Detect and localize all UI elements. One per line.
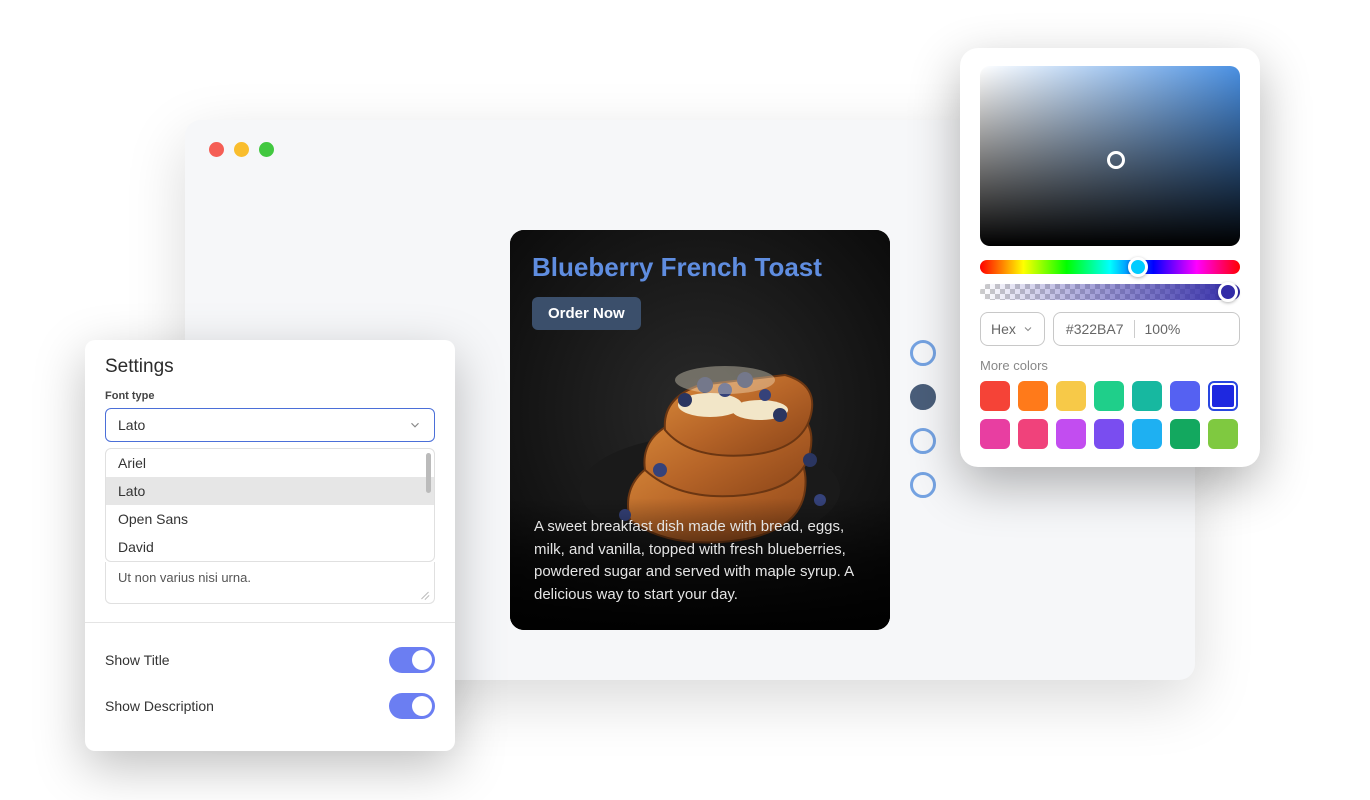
font-option[interactable]: Open Sans: [106, 505, 434, 533]
font-option[interactable]: Lato: [106, 477, 434, 505]
saturation-field[interactable]: [980, 66, 1240, 246]
show-description-label: Show Description: [105, 698, 214, 714]
scrollbar-thumb[interactable]: [426, 453, 431, 493]
show-description-toggle[interactable]: [389, 693, 435, 719]
close-window-button[interactable]: [209, 142, 224, 157]
pager-dot[interactable]: [910, 384, 936, 410]
show-title-label: Show Title: [105, 652, 170, 668]
order-now-button[interactable]: Order Now: [532, 297, 641, 330]
window-controls: [209, 142, 274, 157]
font-select-value: Lato: [118, 417, 145, 433]
font-options-list: Ariel Lato Open Sans David: [105, 448, 435, 562]
hue-slider[interactable]: [980, 260, 1240, 274]
color-swatch[interactable]: [1056, 381, 1086, 411]
settings-title: Settings: [105, 356, 435, 378]
card-pager: [910, 340, 936, 498]
show-title-toggle[interactable]: [389, 647, 435, 673]
preview-card: Blueberry French Toast Order Now A sweet…: [510, 230, 890, 630]
divider: [85, 622, 455, 623]
minimize-window-button[interactable]: [234, 142, 249, 157]
pager-dot[interactable]: [910, 472, 936, 498]
color-swatch[interactable]: [1056, 419, 1086, 449]
color-format-select[interactable]: Hex: [980, 312, 1045, 346]
color-swatch[interactable]: [1132, 381, 1162, 411]
color-swatch[interactable]: [1018, 419, 1048, 449]
swatch-grid: [980, 381, 1240, 449]
color-swatch[interactable]: [1094, 419, 1124, 449]
alpha-slider[interactable]: [980, 284, 1240, 300]
textarea-input[interactable]: Ut non varius nisi urna.: [105, 562, 435, 604]
font-option[interactable]: David: [106, 533, 434, 561]
font-select[interactable]: Lato: [105, 408, 435, 442]
color-picker-panel: Hex #322BA7 100% More colors: [960, 48, 1260, 467]
saturation-cursor[interactable]: [1107, 151, 1125, 169]
color-swatch[interactable]: [1208, 419, 1238, 449]
color-swatch[interactable]: [980, 419, 1010, 449]
color-swatch[interactable]: [1132, 419, 1162, 449]
hex-input[interactable]: #322BA7 100%: [1053, 312, 1240, 346]
resize-handle-icon[interactable]: [420, 589, 430, 599]
pager-dot[interactable]: [910, 428, 936, 454]
color-swatch[interactable]: [1208, 381, 1238, 411]
color-swatch[interactable]: [1170, 381, 1200, 411]
chevron-down-icon: [1022, 323, 1034, 335]
color-swatch[interactable]: [980, 381, 1010, 411]
font-option[interactable]: Ariel: [106, 449, 434, 477]
pager-dot[interactable]: [910, 340, 936, 366]
color-swatch[interactable]: [1094, 381, 1124, 411]
divider: [1134, 320, 1135, 338]
alpha-cursor[interactable]: [1218, 282, 1238, 302]
maximize-window-button[interactable]: [259, 142, 274, 157]
chevron-down-icon: [408, 418, 422, 432]
settings-panel: Settings Font type Lato Ariel Lato Open …: [85, 340, 455, 751]
card-description: A sweet breakfast dish made with bread, …: [534, 516, 866, 606]
card-title: Blueberry French Toast: [532, 252, 868, 283]
color-swatch[interactable]: [1170, 419, 1200, 449]
more-colors-label: More colors: [980, 358, 1240, 373]
font-type-label: Font type: [105, 390, 435, 402]
color-swatch[interactable]: [1018, 381, 1048, 411]
hue-cursor[interactable]: [1128, 257, 1148, 277]
